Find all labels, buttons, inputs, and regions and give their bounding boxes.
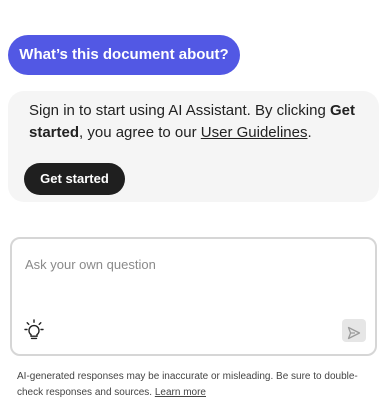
user-guidelines-link[interactable]: User Guidelines — [201, 124, 308, 141]
question-box — [10, 237, 377, 356]
notice-text-after: . — [307, 124, 312, 141]
notice-text-before: Sign in to start using AI Assistant. By … — [29, 102, 330, 119]
signin-notice-card: Sign in to start using AI Assistant. By … — [8, 91, 379, 202]
notice-text-middle: , you agree to our — [79, 124, 201, 141]
get-started-button[interactable]: Get started — [24, 163, 125, 195]
lightbulb-icon[interactable] — [24, 319, 44, 341]
question-input[interactable] — [25, 253, 355, 275]
learn-more-link[interactable]: Learn more — [155, 387, 206, 398]
send-icon — [347, 326, 361, 339]
suggested-question-button[interactable]: What’s this document about? — [8, 35, 240, 75]
send-button[interactable] — [342, 319, 366, 342]
signin-notice-text: Sign in to start using AI Assistant. By … — [29, 100, 364, 144]
ai-disclaimer: AI-generated responses may be inaccurate… — [17, 369, 369, 401]
